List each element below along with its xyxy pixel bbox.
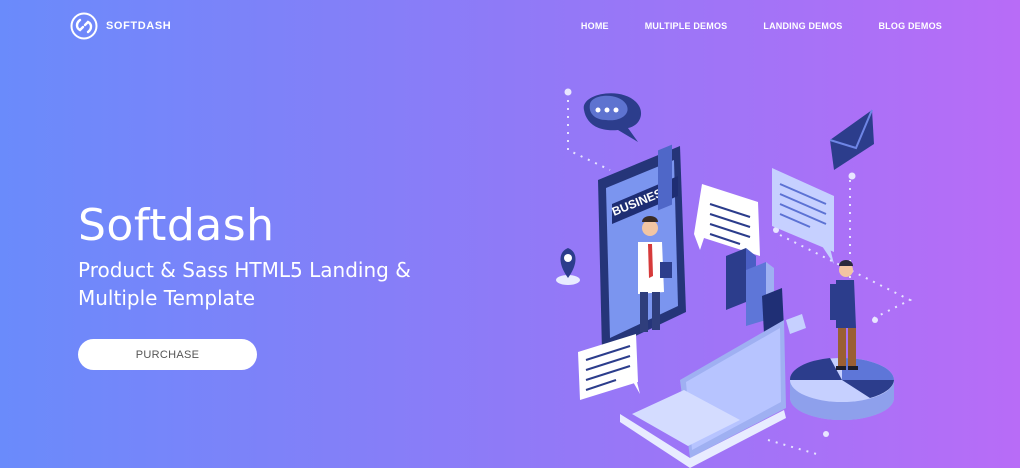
chat-bubble-icon — [583, 93, 642, 142]
envelope-icon — [829, 109, 874, 170]
top-navbar: SOFTDASH HOME MULTIPLE DEMOS LANDING DEM… — [0, 0, 1020, 54]
message-bubble-icon — [694, 184, 760, 256]
hero-section: Softdash Product & Sass HTML5 Landing & … — [78, 200, 498, 312]
laptop-device — [620, 320, 786, 468]
hero-illustration: BUSINESS — [556, 88, 913, 468]
hero-subtitle-line1: Product & Sass HTML5 Landing & — [78, 258, 411, 282]
nav-landing-demos-link[interactable]: LANDING DEMOS — [763, 21, 842, 31]
document-bubble-icon — [772, 168, 834, 264]
chat-card-icon — [578, 334, 640, 400]
purchase-button[interactable]: PURCHASE — [78, 339, 257, 370]
brand-name: SOFTDASH — [106, 20, 172, 32]
hero-subtitle-line2: Multiple Template — [78, 286, 256, 310]
nav-home-link[interactable]: HOME — [581, 21, 609, 31]
main-menu: HOME MULTIPLE DEMOS LANDING DEMOS BLOG D… — [581, 21, 942, 31]
standing-man-figure — [830, 260, 858, 370]
nav-blog-demos-link[interactable]: BLOG DEMOS — [878, 21, 942, 31]
bar-chart-blocks — [726, 248, 806, 334]
link-icon — [70, 12, 98, 40]
nav-multiple-demos-link[interactable]: MULTIPLE DEMOS — [645, 21, 728, 31]
brand-logo[interactable]: SOFTDASH — [70, 12, 171, 40]
hero-title: Softdash — [78, 200, 275, 251]
location-pin-icon — [556, 248, 580, 285]
